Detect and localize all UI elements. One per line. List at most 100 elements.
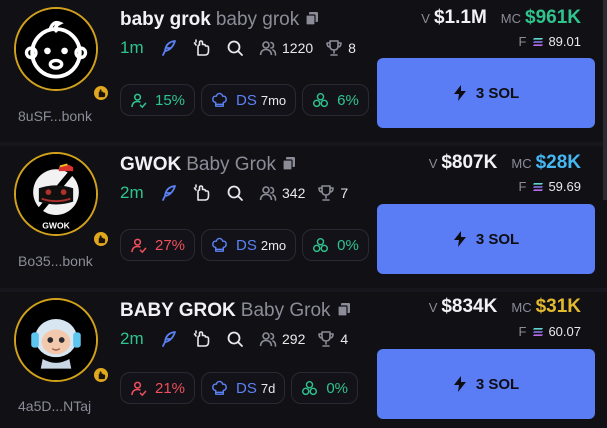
fee-value: 59.69 bbox=[548, 179, 581, 194]
bundle-value: 6% bbox=[337, 91, 359, 109]
top10-value: 15% bbox=[155, 91, 186, 109]
creator-address[interactable]: 8uSF...bonk bbox=[18, 108, 104, 124]
token-card[interactable]: GWOK Bo35...bonk GWOK Baby Grok 2m 342 7… bbox=[0, 146, 607, 288]
copy-icon[interactable] bbox=[282, 156, 296, 171]
holders-count: 342 bbox=[282, 185, 306, 201]
volume-value: $1.1M bbox=[433, 7, 487, 28]
market-stats: V $807K MC $28K bbox=[429, 152, 581, 174]
badge-hand-icon bbox=[92, 366, 110, 384]
token-card[interactable]: 4a5D...NTaj BABY GROK Baby Grok 2m 292 4… bbox=[0, 292, 607, 428]
stat-pills: 27% DS 2mo 0% bbox=[120, 229, 369, 261]
top10-value: 27% bbox=[155, 236, 186, 254]
meta-row: 2m 292 4 bbox=[120, 328, 358, 350]
creator-address[interactable]: Bo35...bonk bbox=[18, 253, 104, 269]
token-age: 2m bbox=[120, 329, 144, 348]
trophy-count: 8 bbox=[348, 40, 356, 56]
token-age: 1m bbox=[120, 38, 144, 57]
top10-holders-pill[interactable]: 15% bbox=[120, 84, 196, 116]
token-symbol: BABY GROK bbox=[120, 300, 236, 321]
market-cap-label: MC bbox=[511, 300, 532, 315]
token-symbol: baby grok bbox=[120, 9, 211, 30]
fee-label: F bbox=[518, 179, 527, 194]
dev-label: DS bbox=[236, 379, 257, 397]
token-avatar[interactable]: GWOK bbox=[14, 152, 98, 236]
chef-hat-icon bbox=[212, 92, 227, 107]
market-stats: V $834K MC $31K bbox=[429, 296, 581, 318]
copy-icon[interactable] bbox=[305, 11, 319, 26]
fee-row: F 60.07 bbox=[519, 324, 582, 339]
top10-holders-pill[interactable]: 21% bbox=[120, 372, 196, 404]
title-row: baby grok baby grok bbox=[120, 9, 319, 31]
badge-hand-icon bbox=[92, 230, 110, 248]
token-avatar[interactable] bbox=[14, 7, 98, 91]
token-avatar[interactable] bbox=[14, 298, 98, 382]
quick-buy-button[interactable]: 3 SOL bbox=[377, 204, 595, 274]
quick-buy-button[interactable]: 3 SOL bbox=[377, 58, 595, 128]
fee-row: F 89.01 bbox=[519, 34, 582, 49]
hand-icon[interactable] bbox=[191, 182, 213, 204]
feather-icon[interactable] bbox=[158, 328, 180, 350]
solana-icon bbox=[533, 37, 544, 46]
chef-hat-icon bbox=[212, 237, 227, 252]
bundle-pill[interactable]: 6% bbox=[302, 84, 369, 116]
stat-pills: 15% DS 7mo 6% bbox=[120, 84, 369, 116]
dev-label: DS bbox=[236, 236, 257, 254]
lightning-icon bbox=[453, 85, 466, 101]
dev-age: 7d bbox=[260, 380, 276, 396]
title-row: GWOK Baby Grok bbox=[120, 154, 296, 176]
lightning-icon bbox=[453, 376, 466, 392]
token-age: 2m bbox=[120, 183, 144, 202]
dev-pill[interactable]: DS 7d bbox=[201, 372, 286, 404]
fee-row: F 59.69 bbox=[519, 179, 582, 194]
astronaut-baby-image bbox=[16, 300, 96, 380]
buy-label: 3 SOL bbox=[475, 230, 520, 248]
user-check-icon bbox=[131, 93, 147, 108]
trophy-icon bbox=[315, 328, 337, 350]
hand-icon[interactable] bbox=[191, 37, 213, 59]
dev-pill[interactable]: DS 2mo bbox=[201, 229, 297, 261]
dev-age: 2mo bbox=[260, 237, 287, 253]
quick-buy-button[interactable]: 3 SOL bbox=[377, 349, 595, 419]
token-name: Baby Grok bbox=[186, 154, 276, 175]
feather-icon[interactable] bbox=[158, 37, 180, 59]
dev-age: 7mo bbox=[260, 92, 287, 108]
holders-count: 292 bbox=[282, 331, 306, 347]
bundle-pill[interactable]: 0% bbox=[291, 372, 359, 404]
meta-row: 2m 342 7 bbox=[120, 182, 358, 204]
dev-pill[interactable]: DS 7mo bbox=[201, 84, 297, 116]
market-cap-label: MC bbox=[500, 11, 521, 26]
badge-hand-icon bbox=[92, 84, 110, 102]
fee-value: 60.07 bbox=[548, 324, 581, 339]
chef-hat-icon bbox=[212, 380, 227, 395]
fee-value: 89.01 bbox=[548, 34, 581, 49]
market-cap-value: $961K bbox=[525, 7, 581, 28]
bundle-icon bbox=[313, 92, 329, 107]
trophy-count: 7 bbox=[340, 185, 349, 201]
token-name: baby grok bbox=[215, 9, 300, 30]
bundle-pill[interactable]: 0% bbox=[302, 229, 369, 261]
holders-count: 1220 bbox=[282, 40, 314, 56]
search-icon[interactable] bbox=[224, 182, 246, 204]
token-list: 8uSF...bonk baby grok baby grok 1m 1220 … bbox=[0, 0, 607, 428]
market-stats: V $1.1M MC $961K bbox=[421, 7, 581, 29]
token-card[interactable]: 8uSF...bonk baby grok baby grok 1m 1220 … bbox=[0, 0, 607, 142]
top10-holders-pill[interactable]: 27% bbox=[120, 229, 196, 261]
creator-address[interactable]: 4a5D...NTaj bbox=[18, 398, 104, 414]
trophy-icon bbox=[315, 182, 337, 204]
copy-icon[interactable] bbox=[336, 302, 351, 317]
search-icon[interactable] bbox=[224, 328, 246, 350]
hand-icon[interactable] bbox=[191, 328, 213, 350]
bundle-value: 0% bbox=[337, 236, 359, 254]
volume-value: $834K bbox=[441, 296, 498, 317]
feather-icon[interactable] bbox=[158, 182, 180, 204]
search-icon[interactable] bbox=[224, 37, 246, 59]
scrollbar[interactable] bbox=[603, 0, 607, 200]
solana-icon bbox=[533, 182, 544, 191]
gwok-logo-image: GWOK bbox=[16, 154, 96, 234]
top10-value: 21% bbox=[155, 379, 186, 397]
trophy-icon bbox=[323, 37, 345, 59]
market-cap-value: $28K bbox=[535, 152, 581, 173]
baby-face-image bbox=[16, 9, 96, 89]
fee-label: F bbox=[518, 324, 527, 339]
dev-label: DS bbox=[236, 91, 257, 109]
